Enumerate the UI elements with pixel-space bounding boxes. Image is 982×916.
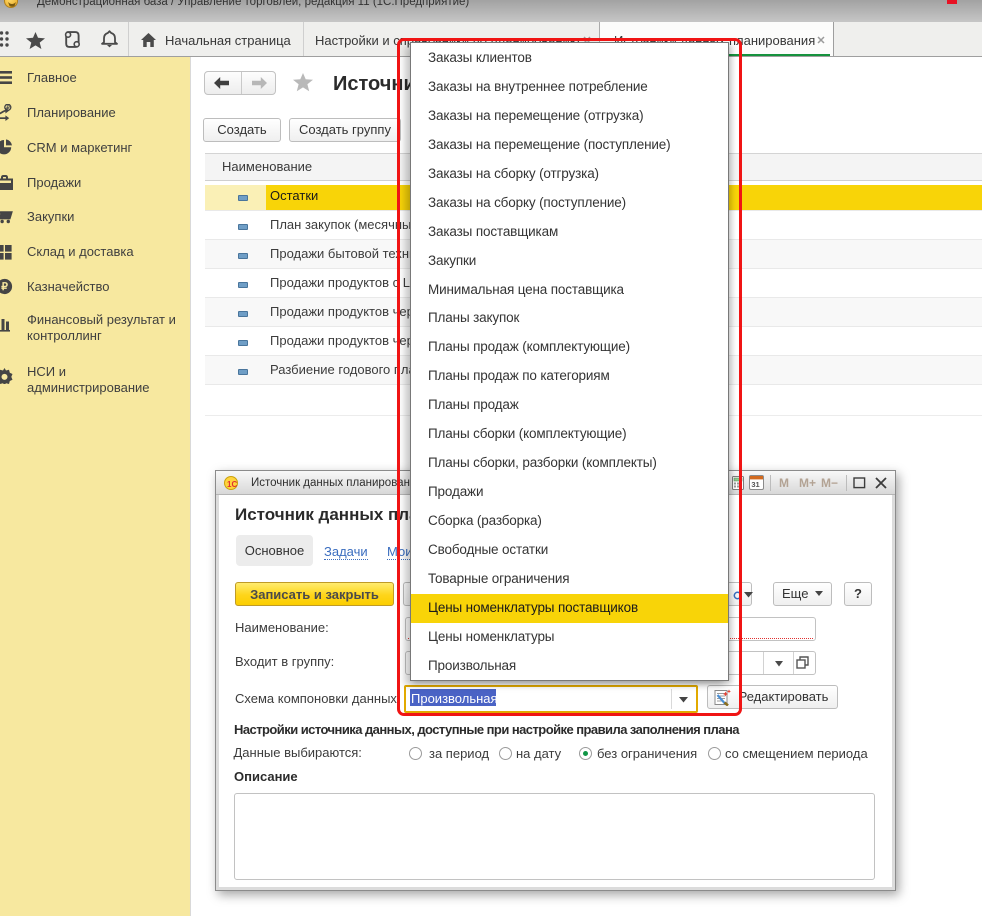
svg-text:₽: ₽ — [1, 281, 8, 293]
svg-text:₽: ₽ — [6, 105, 10, 112]
svg-text:31: 31 — [751, 480, 759, 489]
